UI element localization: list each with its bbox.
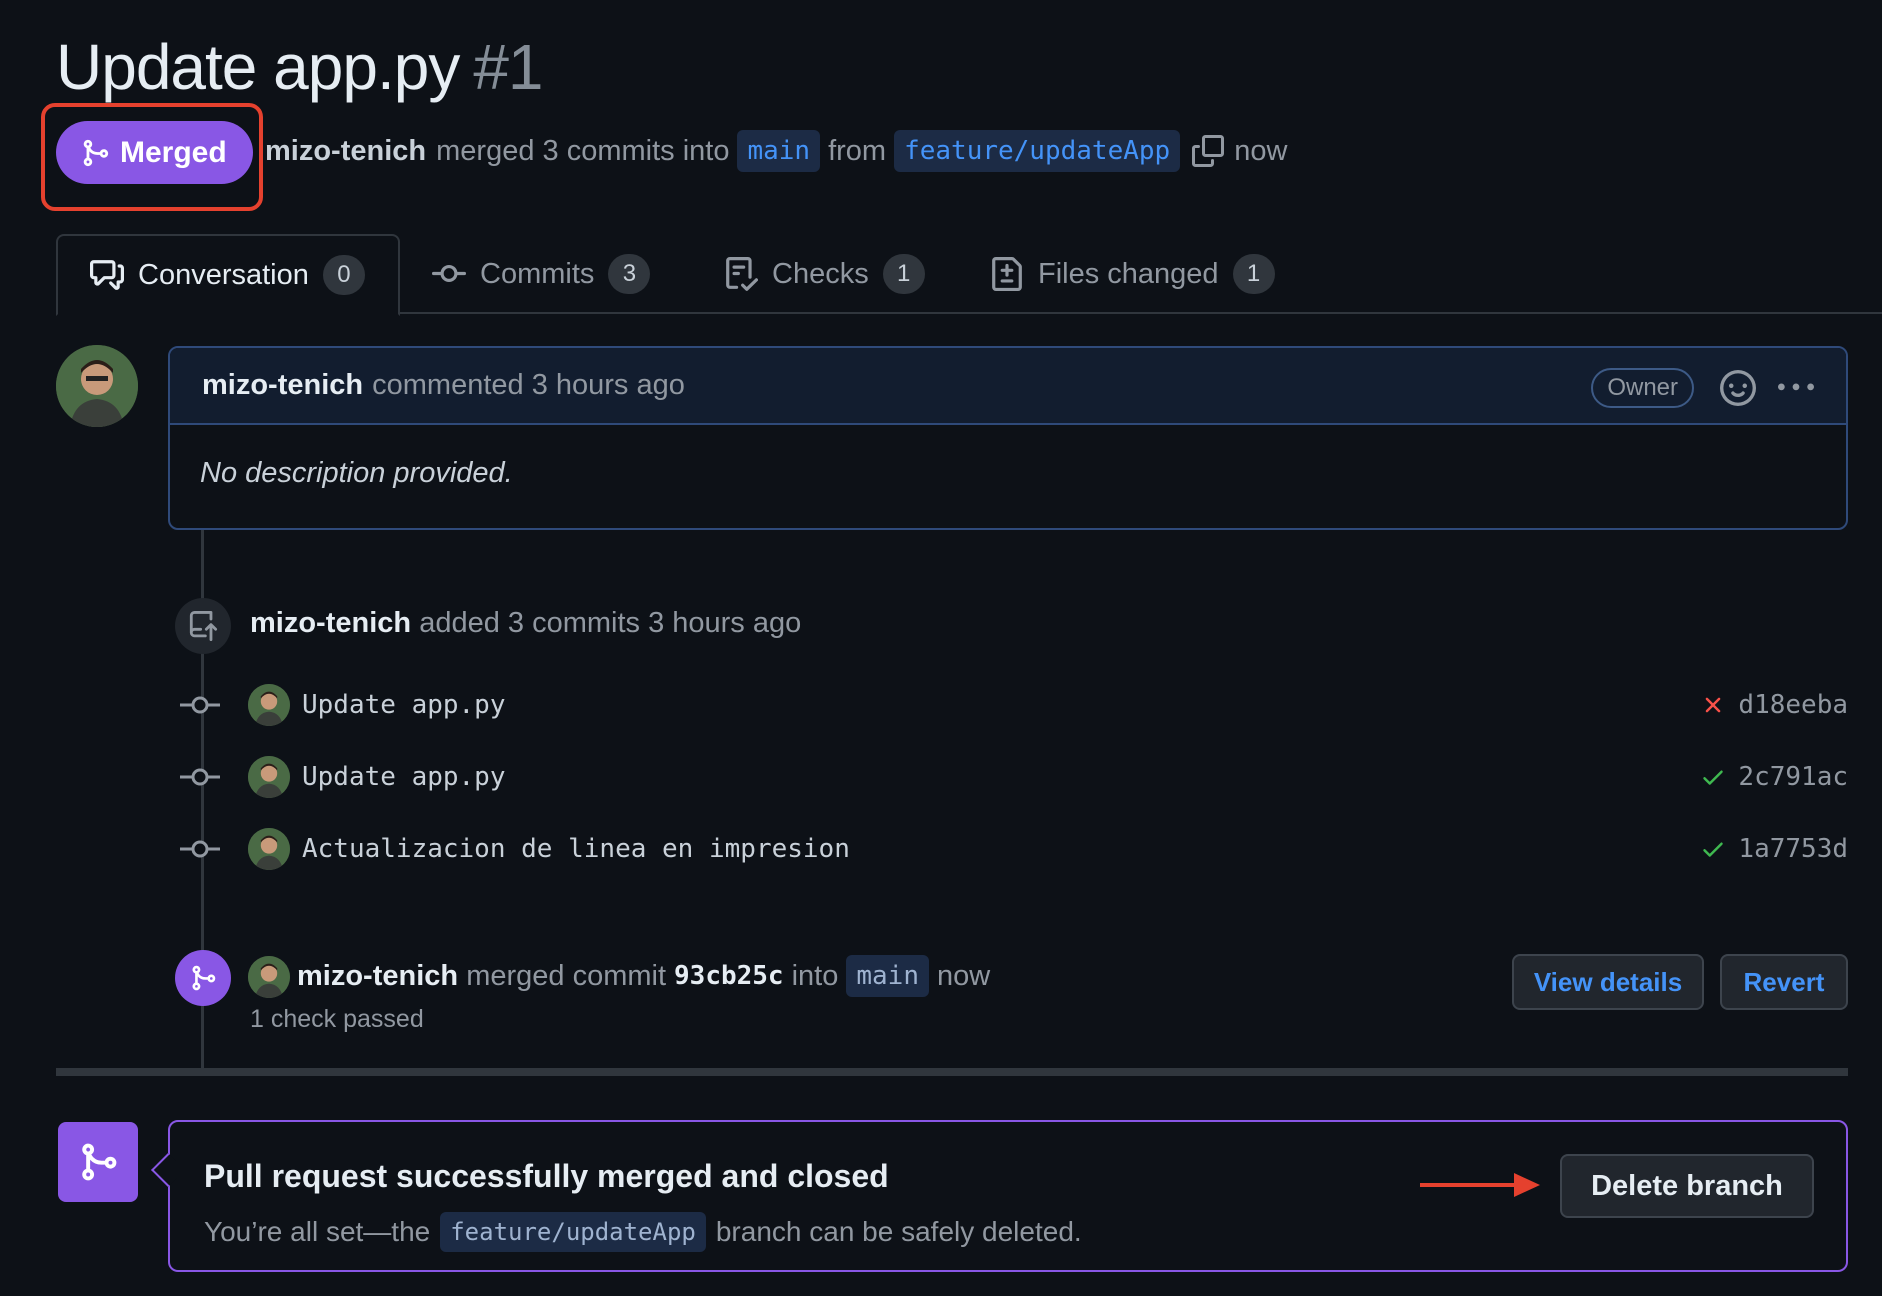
kebab-horizontal-icon[interactable]	[1776, 370, 1816, 406]
tab-files-changed-label: Files changed	[1038, 257, 1219, 290]
push-event-author[interactable]: mizo-tenich	[250, 607, 411, 639]
merge-event-text: mizo-tenich merged commit 93cb25c into m…	[297, 955, 990, 997]
merged-state-label: Merged	[120, 135, 227, 169]
merged-state-badge: Merged	[56, 121, 253, 184]
git-commit-icon	[180, 696, 220, 714]
comment-author-link[interactable]: mizo-tenich	[202, 369, 363, 402]
pr-tabs: Conversation 0 Commits 3 Checks 1 Files …	[56, 234, 1882, 316]
tab-files-changed-counter: 1	[1232, 254, 1275, 294]
checks-passed-text[interactable]: 1 check passed	[250, 1005, 424, 1034]
repo-push-icon	[189, 611, 218, 641]
view-details-button[interactable]: View details	[1512, 954, 1704, 1010]
merge-event-author[interactable]: mizo-tenich	[297, 960, 458, 993]
tab-commits-label: Commits	[480, 257, 595, 290]
merge-event-time: now	[936, 959, 991, 992]
checklist-icon	[726, 257, 758, 291]
pr-meta-line: mizo-tenich merged 3 commits into main f…	[265, 130, 1287, 172]
annotation-arrow-icon	[1420, 1173, 1540, 1197]
tab-commits[interactable]: Commits 3	[432, 234, 651, 314]
push-event-description: added 3 commits 3 hours ago	[419, 607, 802, 639]
avatar[interactable]	[56, 345, 138, 427]
comment-body: No description provided.	[200, 457, 513, 489]
pr-number: #1	[473, 31, 543, 103]
pr-author-link[interactable]: mizo-tenich	[265, 135, 426, 168]
deletable-branch-chip: feature/updateApp	[440, 1212, 706, 1252]
pr-merge-text: merged 3 commits into	[436, 134, 730, 167]
merged-box-caret	[151, 1153, 185, 1187]
commit-message-link[interactable]: Actualizacion de linea en impresion	[302, 834, 850, 864]
comment-discussion-icon	[90, 260, 124, 290]
avatar[interactable]	[248, 956, 290, 998]
tab-conversation-label: Conversation	[138, 258, 309, 291]
git-merge-icon	[192, 965, 216, 991]
comment-box: mizo-tenich commented 3 hours ago Owner …	[168, 346, 1848, 530]
tab-files-changed[interactable]: Files changed 1	[990, 234, 1275, 314]
commit-sha-link[interactable]: d18eeba	[1738, 690, 1848, 720]
tab-conversation[interactable]: Conversation 0	[56, 234, 400, 316]
merged-title: Pull request successfully merged and clo…	[204, 1158, 889, 1194]
pr-title: Update app.py #1	[56, 30, 544, 104]
merge-target-branch-chip[interactable]: main	[846, 955, 929, 997]
merged-subtitle: You’re all set—the feature/updateApp bra…	[204, 1212, 1082, 1252]
git-commit-icon	[432, 264, 466, 282]
owner-badge: Owner	[1591, 368, 1694, 408]
tab-checks-counter: 1	[882, 254, 925, 294]
tab-checks-label: Checks	[772, 257, 869, 290]
base-branch-chip[interactable]: main	[737, 130, 821, 172]
commit-row: Update app.py 2c791ac	[180, 753, 1848, 801]
delete-branch-button[interactable]: Delete branch	[1560, 1154, 1814, 1218]
commit-sha-link[interactable]: 1a7753d	[1738, 834, 1848, 864]
tab-commits-counter: 3	[608, 254, 651, 294]
commit-row: Update app.py d18eeba	[180, 681, 1848, 729]
tab-conversation-counter: 0	[322, 255, 365, 295]
pr-title-text: Update app.py	[56, 31, 460, 103]
commit-row: Actualizacion de linea en impresion 1a77…	[180, 825, 1848, 873]
merge-commit-sha-link[interactable]: 93cb25c	[674, 961, 784, 991]
merged-subtitle-suffix: branch can be safely deleted.	[715, 1216, 1082, 1247]
tab-checks[interactable]: Checks 1	[724, 234, 925, 314]
copy-icon[interactable]	[1192, 135, 1225, 167]
git-merge-icon	[83, 139, 109, 166]
pr-from-word: from	[828, 134, 887, 167]
merge-into-word: into	[791, 959, 839, 992]
avatar[interactable]	[248, 756, 290, 798]
file-diff-icon	[992, 257, 1022, 291]
avatar[interactable]	[248, 684, 290, 726]
avatar[interactable]	[248, 828, 290, 870]
comment-header: mizo-tenich commented 3 hours ago Owner	[170, 348, 1846, 425]
commit-message-link[interactable]: Update app.py	[302, 690, 506, 720]
check-icon[interactable]	[1700, 836, 1726, 862]
commit-message-link[interactable]: Update app.py	[302, 762, 506, 792]
pr-time: now	[1234, 134, 1288, 167]
git-commit-icon	[180, 768, 220, 786]
revert-button[interactable]: Revert	[1720, 954, 1848, 1010]
merged-status-icon	[58, 1122, 138, 1202]
comment-action[interactable]: commented 3 hours ago	[372, 369, 685, 402]
x-icon[interactable]	[1700, 692, 1726, 718]
merged-subtitle-prefix: You’re all set—the	[204, 1216, 431, 1247]
commit-sha-link[interactable]: 2c791ac	[1738, 762, 1848, 792]
push-event-icon	[175, 598, 231, 654]
merge-event-action: merged commit	[466, 959, 667, 992]
head-branch-chip[interactable]: feature/updateApp	[894, 130, 1181, 172]
git-merge-icon	[82, 1143, 117, 1181]
smiley-icon[interactable]	[1720, 370, 1756, 406]
merge-event-icon	[175, 950, 231, 1006]
check-icon[interactable]	[1700, 764, 1726, 790]
timeline-divider	[56, 1068, 1848, 1076]
git-commit-icon	[180, 840, 220, 858]
push-event-text: mizo-tenich added 3 commits 3 hours ago	[250, 607, 801, 640]
